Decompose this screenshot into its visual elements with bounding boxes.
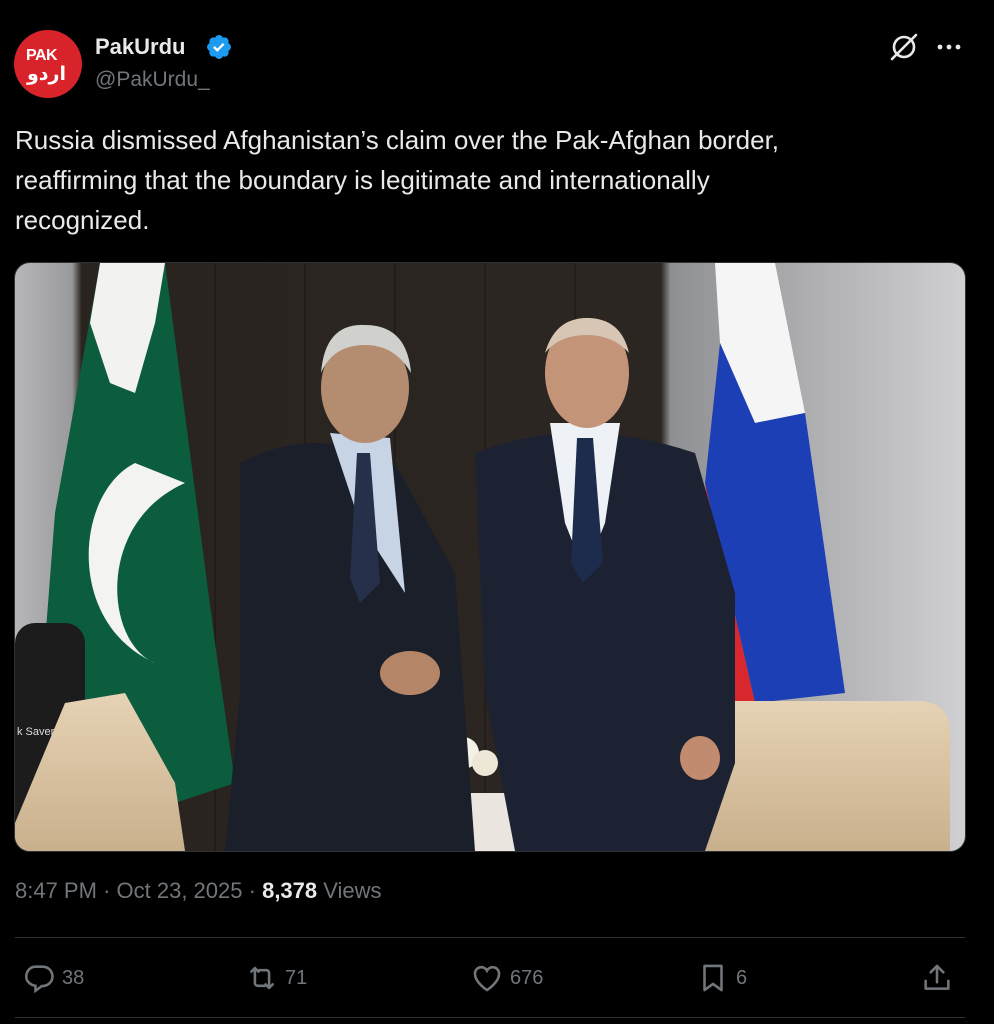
meta-separator: · [248,878,256,903]
tweet-time[interactable]: 8:47 PM [15,878,97,903]
heart-icon [473,965,501,992]
display-name[interactable]: PakUrdu [95,34,185,60]
meta-separator: · [103,878,111,903]
user-handle[interactable]: @PakUrdu_ [95,68,210,92]
repost-icon [250,966,274,990]
views-count: 8,378 [262,878,318,903]
bookmark-icon [703,964,723,992]
share-button[interactable] [920,958,960,998]
views-label: Views [323,878,382,903]
tweet-meta: 8:47 PM · Oct 23, 2025 · 8,378 Views [15,878,382,904]
bookmark-count: 6 [736,966,748,989]
chair-label: k Saver [17,726,55,738]
bookmark-button[interactable]: 6 [696,958,747,998]
reply-icon [24,965,54,994]
more-icon[interactable] [934,34,964,60]
avatar[interactable]: PAK اردو [14,30,82,98]
grok-icon[interactable] [887,30,921,64]
tweet-photo[interactable]: k Saver [14,262,966,852]
divider [15,1017,965,1018]
like-count: 676 [510,966,544,989]
divider [15,937,965,938]
repost-button[interactable]: 71 [245,958,307,998]
like-button[interactable]: 676 [470,958,543,998]
avatar-logo-urdu: اردو [27,63,67,85]
tweet-date[interactable]: Oct 23, 2025 [117,878,243,903]
repost-count: 71 [285,966,308,989]
share-icon [924,964,950,990]
tweet-text: Russia dismissed Afghanistan’s claim ove… [15,125,780,235]
photo-illustration: k Saver [15,263,965,851]
reply-count: 38 [62,966,85,989]
reply-button[interactable]: 38 [22,958,84,998]
verified-badge-icon [207,35,231,59]
